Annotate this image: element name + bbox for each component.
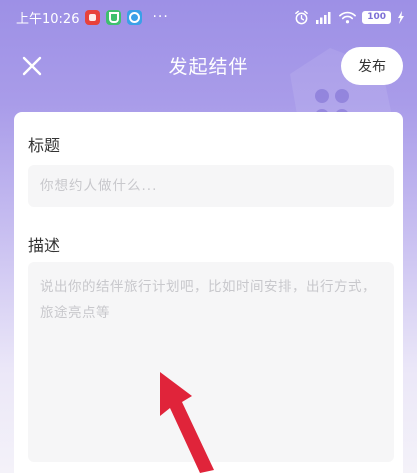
charging-icon xyxy=(398,10,404,24)
title-label: 标题 xyxy=(28,136,61,155)
more-notifications-icon: ··· xyxy=(152,9,169,25)
status-left: 上午10:26 ··· xyxy=(16,8,169,27)
page-header: 发起结伴 发布 xyxy=(0,34,417,142)
description-label: 描述 xyxy=(28,236,61,255)
alarm-icon xyxy=(295,10,309,24)
form-card: 标题 描述 xyxy=(14,112,403,473)
status-bar: 上午10:26 ··· 100 xyxy=(0,0,417,34)
app-notification-icon xyxy=(85,9,101,25)
status-right: 100 xyxy=(294,0,405,34)
wifi-icon xyxy=(339,11,357,23)
title-input[interactable] xyxy=(28,165,394,207)
description-input[interactable] xyxy=(28,262,394,462)
publish-button[interactable]: 发布 xyxy=(341,47,403,85)
status-time: 上午10:26 xyxy=(16,11,80,27)
shield-app-icon xyxy=(106,9,122,25)
signal-icon xyxy=(316,11,331,24)
chat-app-icon xyxy=(127,9,143,25)
battery-icon: 100 xyxy=(362,10,391,24)
